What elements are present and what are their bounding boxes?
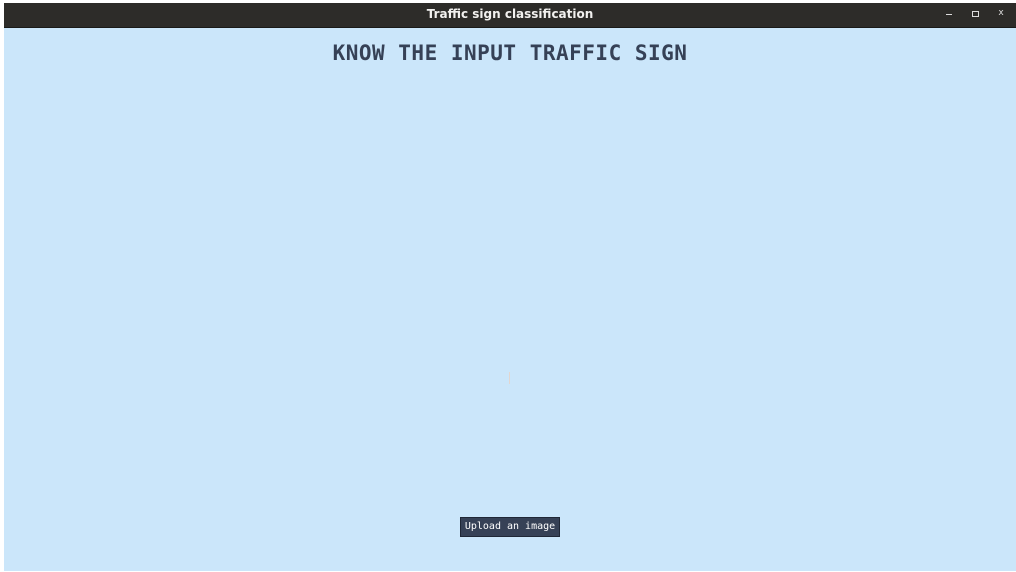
upload-image-button[interactable]: Upload an image	[460, 517, 560, 537]
window-title: Traffic sign classification	[426, 7, 594, 21]
close-button[interactable]: x	[991, 3, 1011, 25]
page-heading: KNOW THE INPUT TRAFFIC SIGN	[332, 41, 688, 65]
minimize-button[interactable]	[939, 3, 959, 25]
maximize-button[interactable]	[965, 3, 985, 25]
sign-image-placeholder	[509, 372, 510, 384]
title-bar[interactable]: Traffic sign classification x	[4, 3, 1016, 28]
app-window: Traffic sign classification x KNOW THE I…	[4, 3, 1016, 571]
close-icon: x	[998, 8, 1004, 18]
maximize-icon	[972, 11, 979, 17]
minimize-icon	[946, 14, 952, 15]
